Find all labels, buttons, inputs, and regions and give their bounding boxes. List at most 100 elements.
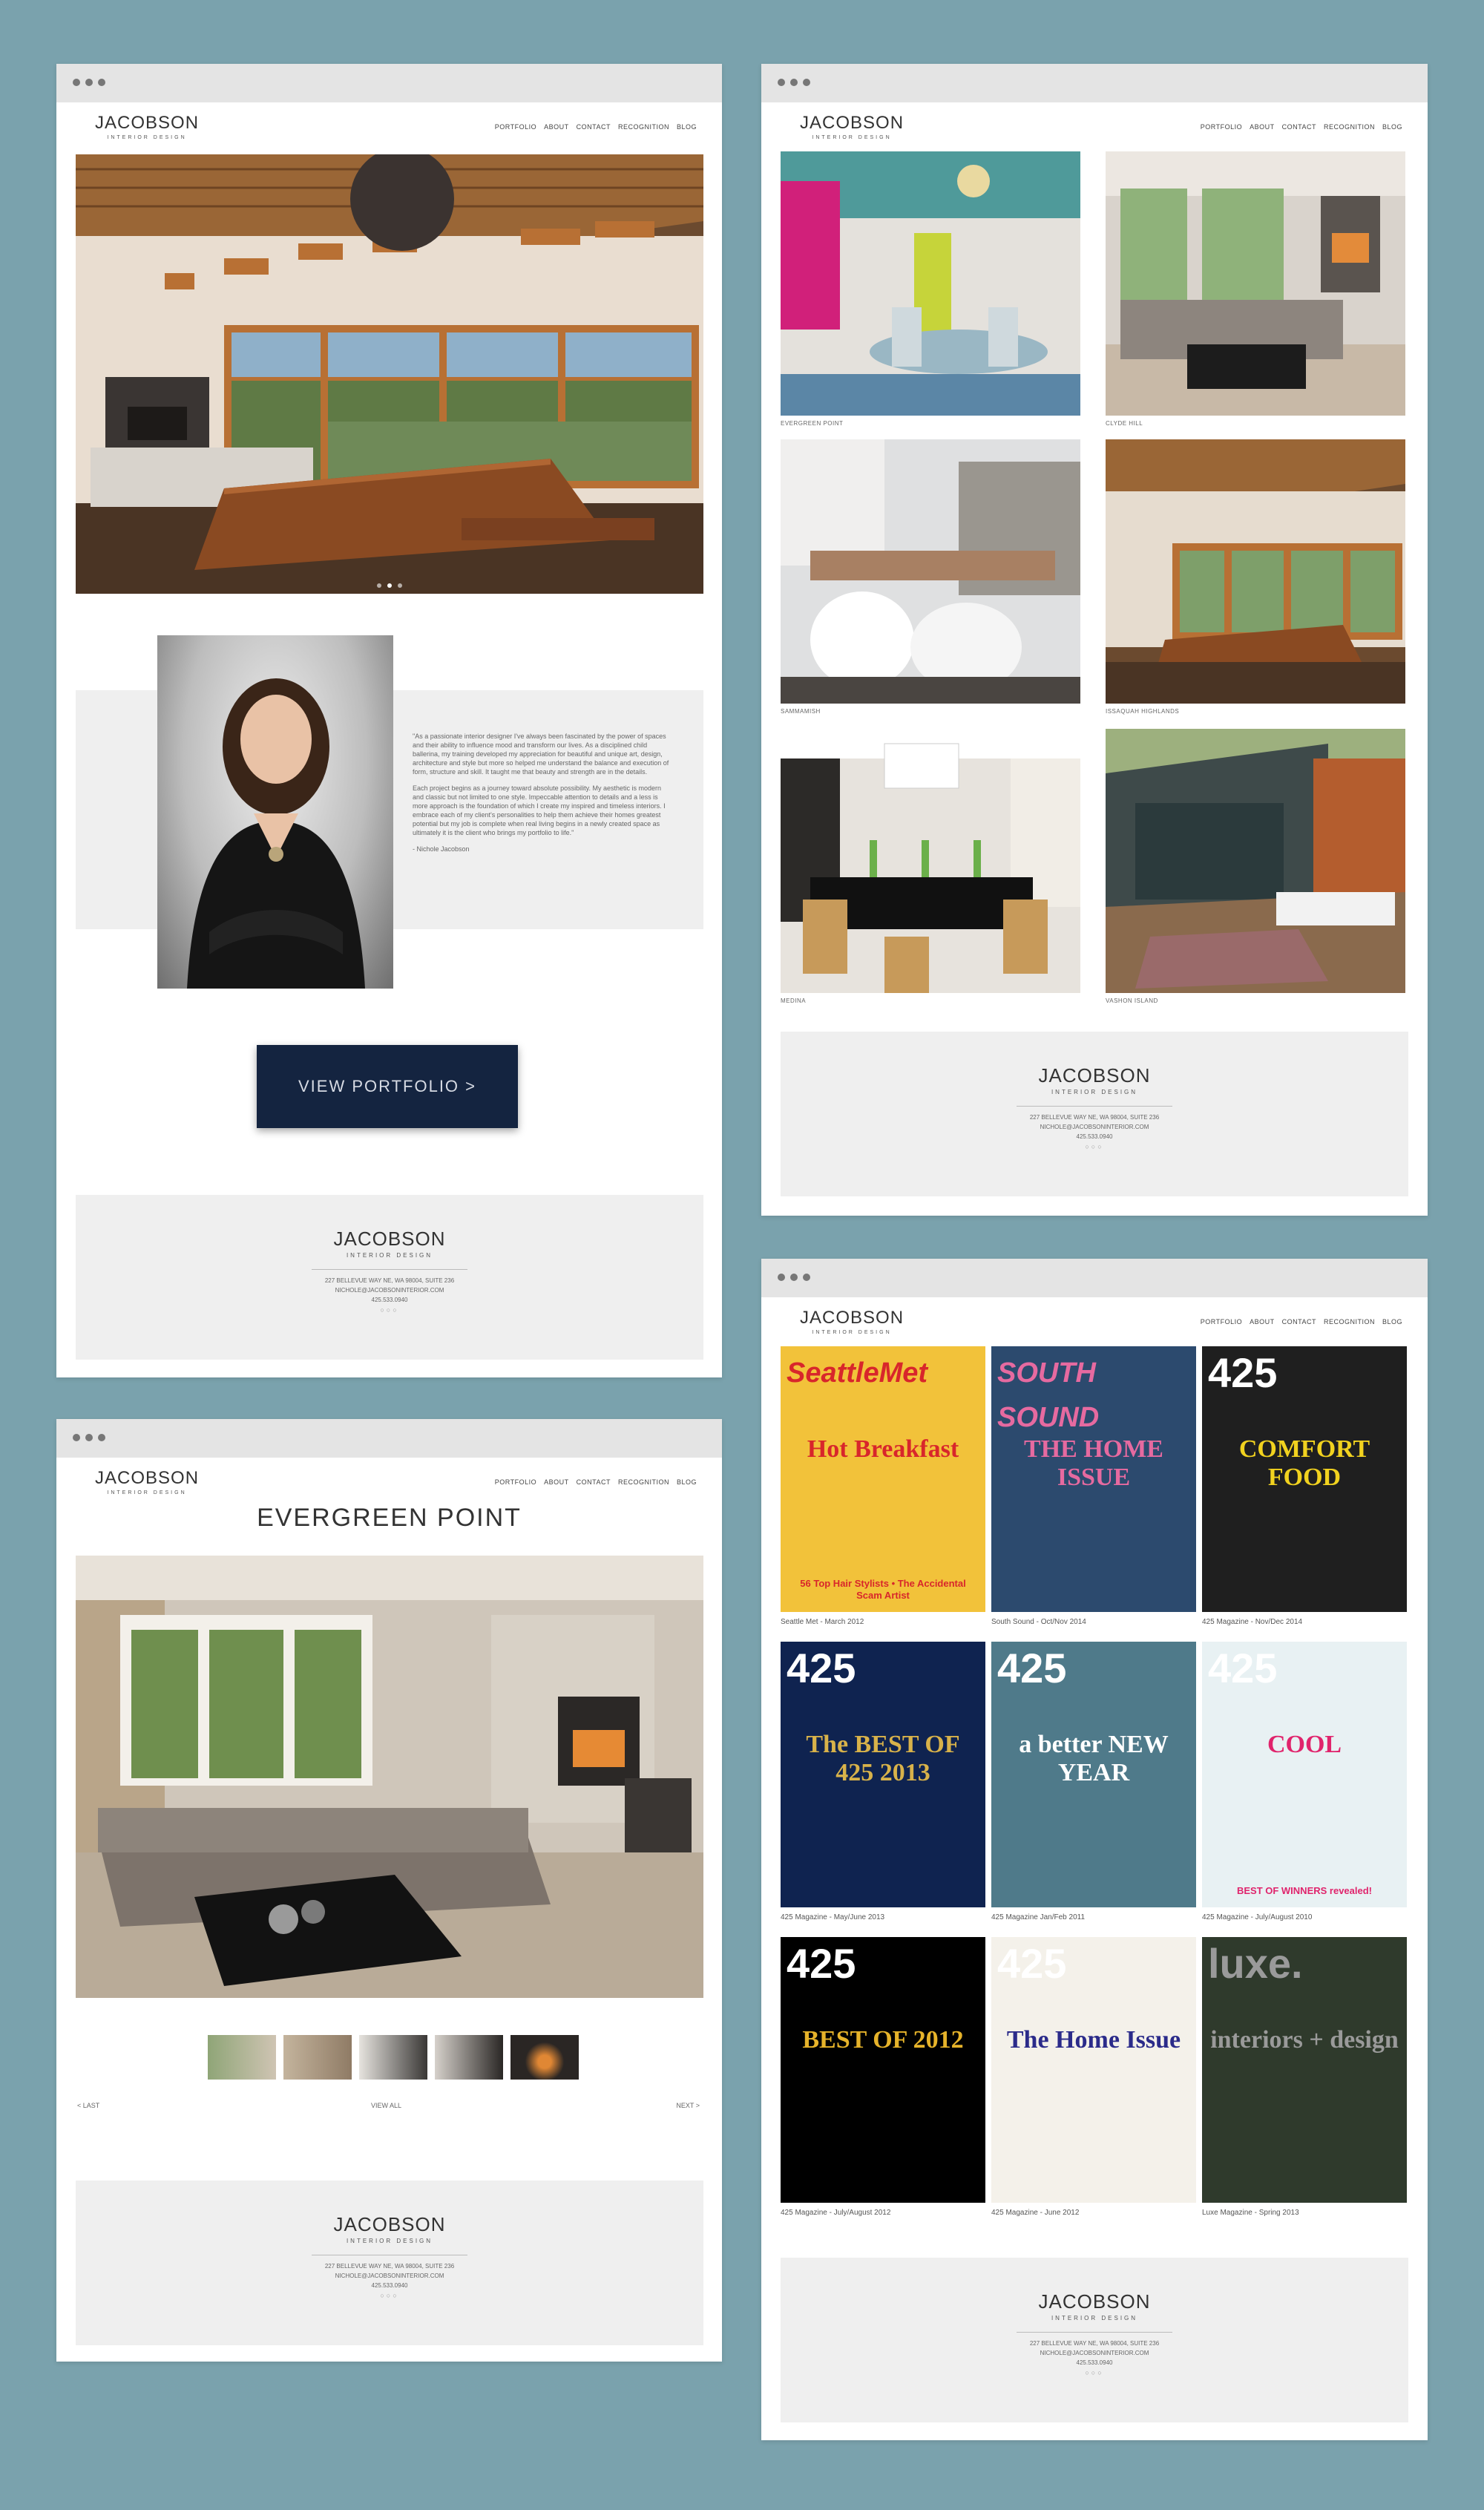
nav-about[interactable]: ABOUT [1250, 123, 1275, 131]
magazine-cover[interactable]: SeattleMet Hot Breakfast 56 Top Hair Styli… [781, 1346, 985, 1612]
project-thumbnail[interactable] [1106, 439, 1405, 704]
magazine-caption[interactable]: 425 Magazine - Nov/Dec 2014 [1202, 1618, 1302, 1626]
logo[interactable]: JACOBSON INTERIOR DESIGN [800, 1308, 904, 1335]
magazine-cover[interactable]: 425 BEST OF 2012 [781, 1937, 985, 2203]
cover-subhead: BEST OF WINNERS revealed! [1236, 1885, 1373, 1896]
window-dot[interactable] [98, 79, 105, 86]
window-dot[interactable] [98, 1434, 105, 1441]
magazine-caption[interactable]: 425 Magazine - May/June 2013 [781, 1913, 884, 1921]
logo[interactable]: JACOBSON INTERIOR DESIGN [95, 113, 199, 140]
magazine-caption[interactable]: 425 Magazine - July/August 2010 [1202, 1913, 1312, 1921]
nav-recognition[interactable]: RECOGNITION [618, 1478, 669, 1486]
project-thumbnail[interactable] [1106, 729, 1405, 993]
nav-about[interactable]: ABOUT [544, 123, 569, 131]
main-nav: PORTFOLIO ABOUT CONTACT RECOGNITION BLOG [1201, 1318, 1402, 1326]
living-room-illustration [76, 154, 703, 594]
nav-contact[interactable]: CONTACT [577, 123, 611, 131]
gallery-thumbnail[interactable] [208, 2035, 276, 2080]
project-caption[interactable]: CLYDE HILL [1106, 420, 1143, 427]
nav-portfolio[interactable]: PORTFOLIO [495, 1478, 536, 1486]
logo[interactable]: JACOBSON INTERIOR DESIGN [95, 1468, 199, 1495]
footer-logo-name[interactable]: JACOBSON [76, 1228, 703, 1251]
nav-recognition[interactable]: RECOGNITION [618, 123, 669, 131]
project-main-photo [76, 1556, 703, 1998]
footer-logo-name[interactable]: JACOBSON [781, 2290, 1408, 2313]
footer-email[interactable]: NICHOLE@JACOBSONINTERIOR.COM [76, 2271, 703, 2281]
magazine-caption[interactable]: 425 Magazine - June 2012 [991, 2209, 1079, 2217]
nav-blog[interactable]: BLOG [1382, 123, 1402, 131]
window-dot[interactable] [803, 79, 810, 86]
gallery-thumbnail[interactable] [359, 2035, 427, 2080]
gallery-thumbnail[interactable] [283, 2035, 352, 2080]
gallery-thumbnail[interactable] [510, 2035, 579, 2080]
window-titlebar [56, 1419, 722, 1458]
gallery-thumbnail[interactable] [435, 2035, 503, 2080]
site-header: JACOBSON INTERIOR DESIGN PORTFOLIO ABOUT… [56, 102, 722, 147]
footer-social-icons[interactable]: ○○○ [76, 1306, 703, 1314]
nav-contact[interactable]: CONTACT [1282, 123, 1316, 131]
project-thumbnail[interactable] [781, 151, 1080, 416]
footer-social-icons[interactable]: ○○○ [781, 2369, 1408, 2376]
nav-portfolio[interactable]: PORTFOLIO [1201, 1318, 1242, 1326]
magazine-cover[interactable]: luxe. interiors + design [1202, 1937, 1407, 2203]
nav-contact[interactable]: CONTACT [1282, 1318, 1316, 1326]
magazine-caption[interactable]: Seattle Met - March 2012 [781, 1618, 864, 1626]
view-all-link[interactable]: VIEW ALL [371, 2102, 401, 2109]
window-dot[interactable] [85, 1434, 93, 1441]
window-dot[interactable] [73, 1434, 80, 1441]
window-titlebar [56, 64, 722, 102]
project-caption[interactable]: VASHON ISLAND [1106, 997, 1158, 1004]
window-dot[interactable] [790, 1274, 798, 1281]
magazine-cover[interactable]: 425 a better NEW YEAR [991, 1642, 1196, 1907]
footer-email[interactable]: NICHOLE@JACOBSONINTERIOR.COM [76, 1285, 703, 1295]
project-thumbnail[interactable] [781, 439, 1080, 704]
footer-logo-name[interactable]: JACOBSON [781, 1064, 1408, 1087]
magazine-caption[interactable]: 425 Magazine Jan/Feb 2011 [991, 1913, 1085, 1921]
slideshow-dots[interactable] [375, 579, 404, 588]
nav-portfolio[interactable]: PORTFOLIO [495, 123, 536, 131]
footer-social-icons[interactable]: ○○○ [781, 1143, 1408, 1150]
dining-room-illustration [781, 151, 1080, 416]
nav-blog[interactable]: BLOG [1382, 1318, 1402, 1326]
magazine-caption[interactable]: South Sound - Oct/Nov 2014 [991, 1618, 1086, 1626]
project-thumbnail[interactable] [1106, 151, 1405, 416]
living-room-illustration [781, 439, 1080, 704]
magazine-cover[interactable]: SOUTH SOUND THE HOME ISSUE [991, 1346, 1196, 1612]
logo[interactable]: JACOBSON INTERIOR DESIGN [800, 113, 904, 140]
hero-slideshow-photo[interactable] [76, 154, 703, 594]
nav-blog[interactable]: BLOG [677, 1478, 697, 1486]
magazine-cover[interactable]: 425 COMFORT FOOD [1202, 1346, 1407, 1612]
nav-recognition[interactable]: RECOGNITION [1324, 123, 1375, 131]
project-thumbnail[interactable] [781, 729, 1080, 993]
window-dot[interactable] [778, 1274, 785, 1281]
view-portfolio-button[interactable]: VIEW PORTFOLIO > [257, 1045, 518, 1128]
window-dot[interactable] [85, 79, 93, 86]
window-dot[interactable] [803, 1274, 810, 1281]
project-caption[interactable]: EVERGREEN POINT [781, 420, 843, 427]
nav-about[interactable]: ABOUT [1250, 1318, 1275, 1326]
family-room-illustration [1106, 151, 1405, 416]
nav-portfolio[interactable]: PORTFOLIO [1201, 123, 1242, 131]
footer-email[interactable]: NICHOLE@JACOBSONINTERIOR.COM [781, 1122, 1408, 1132]
magazine-cover[interactable]: 425 The Home Issue [991, 1937, 1196, 2203]
nav-about[interactable]: ABOUT [544, 1478, 569, 1486]
footer-logo-name[interactable]: JACOBSON [76, 2213, 703, 2236]
cover-headline: Hot Breakfast [807, 1435, 959, 1463]
project-caption[interactable]: SAMMAMISH [781, 708, 821, 715]
magazine-caption[interactable]: 425 Magazine - July/August 2012 [781, 2209, 890, 2217]
window-dot[interactable] [73, 79, 80, 86]
footer-email[interactable]: NICHOLE@JACOBSONINTERIOR.COM [781, 2348, 1408, 2358]
nav-blog[interactable]: BLOG [677, 123, 697, 131]
project-caption[interactable]: MEDINA [781, 997, 806, 1004]
nav-recognition[interactable]: RECOGNITION [1324, 1318, 1375, 1326]
prev-project-link[interactable]: < LAST [77, 2102, 99, 2109]
window-dot[interactable] [790, 79, 798, 86]
footer-social-icons[interactable]: ○○○ [76, 2292, 703, 2299]
magazine-caption[interactable]: Luxe Magazine - Spring 2013 [1202, 2209, 1299, 2217]
window-dot[interactable] [778, 79, 785, 86]
nav-contact[interactable]: CONTACT [577, 1478, 611, 1486]
project-caption[interactable]: ISSAQUAH HIGHLANDS [1106, 708, 1179, 715]
magazine-cover[interactable]: 425 COOL BEST OF WINNERS revealed! [1202, 1642, 1407, 1907]
magazine-cover[interactable]: 425 The BEST OF 425 2013 [781, 1642, 985, 1907]
next-project-link[interactable]: NEXT > [676, 2102, 700, 2109]
